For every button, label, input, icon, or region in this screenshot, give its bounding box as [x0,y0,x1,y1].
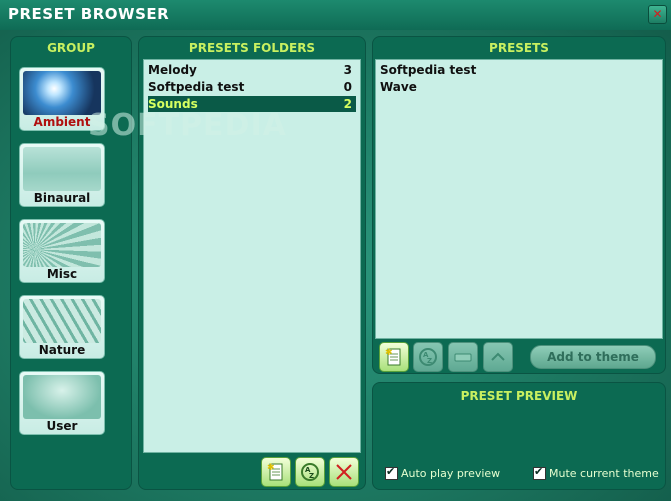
presets-heading: PRESETS [489,41,549,55]
folder-count: 0 [343,80,352,94]
rename-folder-button[interactable]: A Z [295,457,325,487]
nature-thumbnail [23,299,101,343]
watermark: SOFTPEDIA [88,108,287,143]
title-bar: PRESET BROWSER ✕ [0,0,671,30]
group-item-nature[interactable]: Nature [19,295,105,359]
folders-panel: PRESETS FOLDERS Melody 3 Softpedia test … [138,36,366,490]
preset-row[interactable]: Softpedia test [380,62,658,78]
group-item-label: Binaural [33,191,91,205]
folder-count: 3 [343,63,352,77]
group-item-user[interactable]: User [19,371,105,435]
new-preset-button[interactable]: ✱ [379,342,409,372]
delete-folder-button[interactable] [329,457,359,487]
folder-row[interactable]: Softpedia test 0 [148,79,356,95]
new-folder-button[interactable]: ✱ [261,457,291,487]
group-item-label: Nature [38,343,86,357]
rename-az-icon: A Z [419,348,437,366]
folder-name: Melody [148,63,197,77]
window-title: PRESET BROWSER [8,5,170,23]
folder-row[interactable]: Melody 3 [148,62,356,78]
rename-az-icon: A Z [301,463,319,481]
group-heading: GROUP [47,41,95,55]
add-to-theme-button[interactable]: Add to theme [530,345,656,369]
folder-count: 2 [343,97,352,111]
user-thumbnail [23,375,101,419]
mute-theme-checkbox[interactable] [533,465,546,480]
auto-play-checkbox[interactable] [385,465,398,480]
svg-text:Z: Z [427,357,432,365]
group-panel: GROUP Ambient Binaural Misc Nature User [10,36,132,490]
close-button[interactable]: ✕ [648,5,667,24]
new-document-icon: ✱ [385,348,401,366]
svg-text:Z: Z [309,472,314,480]
mute-theme-label: Mute current theme [549,467,659,480]
group-item-label: Misc [46,267,78,281]
svg-text:✱: ✱ [267,463,275,473]
binaural-thumbnail [23,147,101,191]
presets-panel: PRESETS Softpedia test Wave ✱ A Z [372,36,666,374]
svg-text:✱: ✱ [385,348,393,358]
move-up-button[interactable] [483,342,513,372]
edit-preset-button[interactable] [448,342,478,372]
preview-heading: PRESET PREVIEW [460,389,578,403]
preview-panel: PRESET PREVIEW Auto play preview Mute cu… [372,382,666,490]
group-item-misc[interactable]: Misc [19,219,105,283]
rename-preset-button[interactable]: A Z [413,342,443,372]
chevron-up-icon [491,352,505,361]
preset-row[interactable]: Wave [380,79,658,95]
group-item-label: User [46,419,78,433]
eraser-icon [454,353,472,362]
new-document-icon: ✱ [267,463,283,481]
preset-name: Softpedia test [380,63,477,77]
delete-x-icon [336,464,352,480]
misc-thumbnail [23,223,101,267]
close-icon: ✕ [652,7,663,21]
folder-name: Softpedia test [148,80,245,94]
group-item-binaural[interactable]: Binaural [19,143,105,207]
auto-play-label: Auto play preview [401,467,501,480]
folders-heading: PRESETS FOLDERS [188,41,316,55]
presets-list[interactable]: Softpedia test Wave [375,59,663,339]
preset-name: Wave [380,80,417,94]
